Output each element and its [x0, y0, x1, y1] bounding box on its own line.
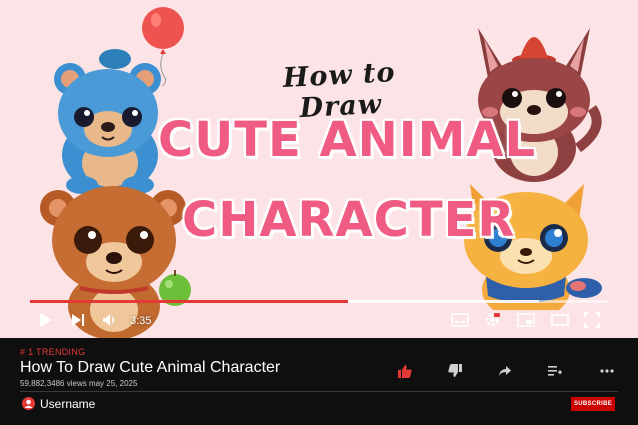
share-icon [499, 366, 511, 376]
progress-bar[interactable] [30, 300, 608, 303]
title-line-cute-animal: CUTE ANIMAL [158, 112, 537, 168]
play-button[interactable] [34, 308, 58, 332]
subscribe-button[interactable]: SUBSCRIBE [571, 397, 615, 411]
like-icon [398, 365, 412, 378]
more-button[interactable] [598, 362, 616, 380]
buffer-fill [347, 300, 539, 303]
avatar-icon [24, 399, 33, 408]
view-count-date: 59,882,3486 views may 25, 2025 [20, 379, 138, 388]
next-icon [72, 314, 84, 326]
dislike-icon [448, 364, 462, 377]
more-icon [600, 369, 614, 373]
volume-icon [103, 314, 115, 326]
channel-avatar[interactable] [22, 397, 35, 410]
blue-bear-illustration [54, 49, 161, 194]
theater-button[interactable] [548, 308, 572, 332]
like-button[interactable] [396, 362, 414, 380]
miniplayer-icon [517, 313, 535, 327]
share-button[interactable] [496, 362, 514, 380]
save-button[interactable] [546, 362, 564, 380]
volume-button[interactable] [98, 308, 122, 332]
title-line-character: CHARACTER [182, 192, 516, 248]
video-player[interactable]: How to Draw CUTE ANIMAL CHARACTER 3:35 [0, 0, 638, 338]
settings-button[interactable] [480, 308, 504, 332]
fullscreen-button[interactable] [580, 308, 604, 332]
current-time: 3:35 [130, 315, 152, 327]
miniplayer-button[interactable] [514, 308, 538, 332]
subtitles-icon [451, 313, 469, 327]
video-meta: # 1 TRENDING How To Draw Cute Animal Cha… [0, 338, 638, 425]
theater-icon [551, 314, 569, 326]
trending-label[interactable]: # 1 TRENDING [20, 347, 85, 357]
channel-name[interactable]: Username [40, 397, 95, 411]
progress-fill [30, 300, 348, 303]
subtitles-button[interactable] [448, 308, 472, 332]
video-title: How To Draw Cute Animal Character [20, 359, 281, 376]
settings-icon [485, 313, 500, 327]
fullscreen-icon [584, 312, 600, 328]
save-icon [548, 366, 562, 376]
dislike-button[interactable] [446, 362, 464, 380]
divider [20, 391, 618, 392]
play-icon [40, 313, 52, 327]
player-controls: 3:35 [0, 306, 638, 336]
next-button[interactable] [66, 308, 90, 332]
